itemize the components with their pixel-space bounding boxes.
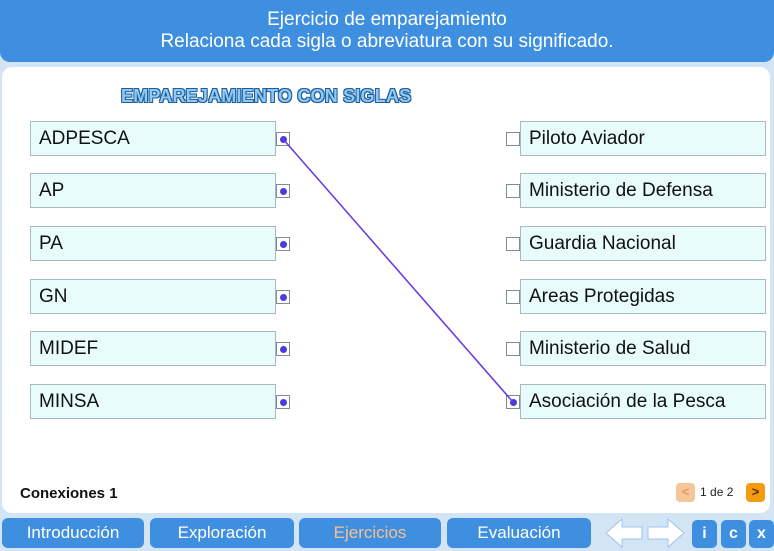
next-page-button[interactable]: > — [746, 483, 765, 502]
right-handle-ministerio-salud[interactable] — [506, 342, 520, 356]
left-handle-adpesca[interactable] — [276, 132, 290, 146]
right-handle-guardia-nacional[interactable] — [506, 237, 520, 251]
page-total: 2 — [726, 485, 734, 499]
right-handle-piloto-aviador[interactable] — [506, 132, 520, 146]
left-handle-minsa[interactable] — [276, 395, 290, 409]
arrow-right-icon[interactable] — [646, 516, 686, 550]
page-indicator: 1 de 2 — [700, 485, 733, 499]
left-item-minsa[interactable]: MINSA — [30, 384, 276, 419]
right-item-piloto-aviador[interactable]: Piloto Aviador — [520, 121, 766, 156]
connector-dot — [280, 294, 287, 301]
arrow-left-icon[interactable] — [604, 516, 644, 550]
page-of: de — [710, 485, 724, 499]
left-handle-ap[interactable] — [276, 184, 290, 198]
right-handle-ministerio-defensa[interactable] — [506, 184, 520, 198]
right-item-asociacion-pesca[interactable]: Asociación de la Pesca — [520, 384, 766, 419]
close-button[interactable]: x — [749, 520, 774, 548]
left-handle-midef[interactable] — [276, 342, 290, 356]
connector-dot — [280, 136, 287, 143]
left-item-midef[interactable]: MIDEF — [30, 331, 276, 366]
connector-dot — [510, 399, 517, 406]
right-item-areas-protegidas[interactable]: Areas Protegidas — [520, 279, 766, 314]
left-handle-gn[interactable] — [276, 290, 290, 304]
left-handle-pa[interactable] — [276, 237, 290, 251]
info-button[interactable]: i — [692, 520, 717, 548]
tab-ejercicios[interactable]: Ejercicios — [299, 518, 441, 548]
left-item-adpesca[interactable]: ADPESCA — [30, 121, 276, 156]
connector-dot — [280, 188, 287, 195]
header-instructions: Relaciona cada sigla o abreviatura con s… — [160, 31, 614, 52]
connections-label: Conexiones — [20, 485, 106, 502]
right-handle-areas-protegidas[interactable] — [506, 290, 520, 304]
left-item-pa[interactable]: PA — [30, 226, 276, 261]
connector-dot — [280, 399, 287, 406]
credits-button[interactable]: c — [721, 520, 746, 548]
tab-exploracion[interactable]: Exploración — [150, 518, 294, 548]
page-current: 1 — [700, 485, 707, 499]
connector-dot — [280, 241, 287, 248]
left-item-ap[interactable]: AP — [30, 173, 276, 208]
right-item-guardia-nacional[interactable]: Guardia Nacional — [520, 226, 766, 261]
header-bar: Ejercicio de emparejamiento Relaciona ca… — [0, 0, 774, 62]
exercise-title: EMPAREJAMIENTO CON SIGLAS — [121, 86, 412, 106]
right-handle-asociacion-pesca[interactable] — [506, 395, 520, 409]
right-item-ministerio-defensa[interactable]: Ministerio de Defensa — [520, 173, 766, 208]
header-title: Ejercicio de emparejamiento — [267, 9, 507, 30]
prev-page-button[interactable]: < — [676, 483, 695, 502]
connections-status: Conexiones 1 — [20, 485, 118, 502]
left-item-gn[interactable]: GN — [30, 279, 276, 314]
pager: < 1 de 2 > — [676, 483, 768, 503]
tab-evaluacion[interactable]: Evaluación — [447, 518, 591, 548]
connector-dot — [280, 346, 287, 353]
tab-introduccion[interactable]: Introducción — [2, 518, 144, 548]
right-item-ministerio-salud[interactable]: Ministerio de Salud — [520, 331, 766, 366]
connections-count: 1 — [109, 485, 118, 502]
